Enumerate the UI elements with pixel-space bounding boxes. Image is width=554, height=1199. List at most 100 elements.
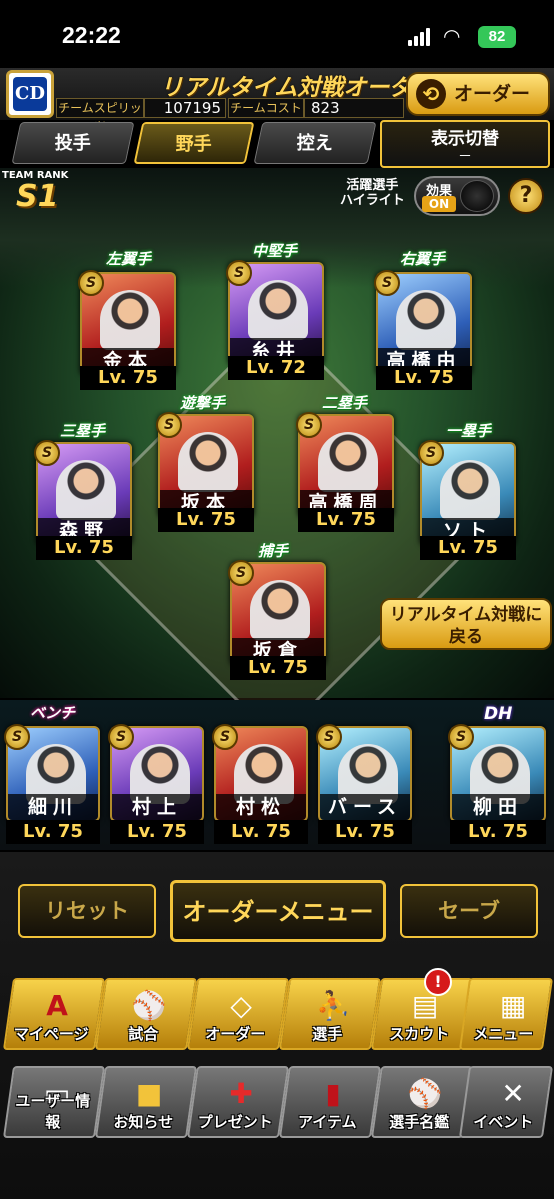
team-logo-mark: CD xyxy=(13,77,47,111)
mypage-icon: A xyxy=(46,989,68,1022)
cost-value: 823 xyxy=(304,98,404,118)
player-name: バース xyxy=(320,794,410,820)
position-label-c: 捕手 xyxy=(258,542,289,560)
battery-indicator: 82 xyxy=(478,26,516,48)
rank-badge: S xyxy=(296,412,322,438)
player-name: 柳田 xyxy=(452,794,544,820)
status-bar: 22:22 ◠ 82 xyxy=(0,0,554,68)
menu-label: マイページ xyxy=(13,1025,89,1043)
scout-notification-badge: ! xyxy=(424,968,452,996)
player-level: Lv. 72 xyxy=(228,356,324,380)
tab-pitcher-label: 投手 xyxy=(54,133,91,154)
menu-label: 選手 xyxy=(312,1025,343,1043)
menu-box-icon: ▦ xyxy=(499,989,527,1022)
menu-label: イベント xyxy=(473,1113,534,1131)
menu-player-guide[interactable]: ⚾ 選手名鑑 xyxy=(370,1066,474,1138)
menu-scout[interactable]: ▤ スカウト xyxy=(370,978,474,1050)
tab-pitcher[interactable]: 投手 xyxy=(11,122,135,164)
menu-order[interactable]: ◇ オーダー xyxy=(186,978,290,1050)
rank-badge: S xyxy=(374,270,400,296)
rank-badge: S xyxy=(108,724,134,750)
position-label-lf: 左翼手 xyxy=(106,250,152,268)
gift-icon: ✚ xyxy=(229,1077,253,1110)
player-portrait xyxy=(100,290,160,350)
effect-state: ON xyxy=(422,196,456,212)
player-level: Lv. 75 xyxy=(420,536,516,560)
player-name: 村松 xyxy=(216,794,306,820)
menu-news[interactable]: ■ お知らせ xyxy=(94,1066,198,1138)
back-to-battle-button[interactable]: リアルタイム対戦に戻る xyxy=(380,598,552,650)
position-label-cf: 中堅手 xyxy=(252,242,298,260)
menu-mypage[interactable]: A マイページ xyxy=(2,978,106,1050)
bats-and-ball-icon: ✕ xyxy=(501,1077,525,1110)
highlight-label-line2: ハイライト xyxy=(340,193,405,208)
dh-label: DH xyxy=(484,704,513,724)
effect-toggle[interactable]: 効果 ON xyxy=(414,176,500,216)
switch-arrows-icon: ⟲ xyxy=(416,79,446,109)
menu-label: お知らせ xyxy=(113,1113,174,1131)
page-title: リアルタイム対戦オーダー xyxy=(160,75,436,101)
menu-label: ユーザー情報 xyxy=(15,1092,91,1131)
signal-icon xyxy=(408,28,432,46)
player-level: Lv. 75 xyxy=(110,820,204,844)
display-toggle-button[interactable]: 表示切替 － xyxy=(380,120,550,168)
player-portrait xyxy=(56,460,116,520)
spirits-value: 107195 xyxy=(144,98,226,118)
rank-badge: S xyxy=(226,260,252,286)
position-label-1b: 一塁手 xyxy=(446,422,492,440)
menu-game[interactable]: ⚾ 試合 xyxy=(94,978,198,1050)
menu-event[interactable]: ✕ イベント xyxy=(458,1066,554,1138)
status-time: 22:22 xyxy=(62,22,121,48)
player-portrait xyxy=(440,460,500,520)
player-portrait xyxy=(250,580,310,640)
menu-present[interactable]: ✚ プレゼント xyxy=(186,1066,290,1138)
bench-label: ベンチ xyxy=(30,704,76,722)
rank-badge: S xyxy=(34,440,60,466)
team-rank-value: S1 xyxy=(16,179,59,214)
menu-player[interactable]: ⛹ 選手 xyxy=(278,978,382,1050)
position-label-3b: 三塁手 xyxy=(60,422,106,440)
player-icon: ⛹ xyxy=(315,989,351,1022)
rank-badge: S xyxy=(448,724,474,750)
menu-label: オーダー xyxy=(205,1025,266,1043)
player-level: Lv. 75 xyxy=(318,820,412,844)
menu-label: 試合 xyxy=(128,1025,159,1043)
stadium-icon: ⚾ xyxy=(131,989,167,1022)
rank-badge: S xyxy=(4,724,30,750)
reset-button[interactable]: リセット xyxy=(18,884,156,938)
tab-fielder[interactable]: 野手 xyxy=(133,122,255,164)
position-label-ss: 遊撃手 xyxy=(180,394,226,412)
rank-badge: S xyxy=(418,440,444,466)
display-toggle-value: － xyxy=(458,149,472,165)
order-switch-button[interactable]: ⟲ オーダー切替 xyxy=(406,72,550,145)
team-logo: CD xyxy=(6,70,54,118)
effect-toggle-knob xyxy=(460,180,494,212)
save-button[interactable]: セーブ xyxy=(400,884,538,938)
menu-user-info[interactable]: ▭ ユーザー情報 xyxy=(2,1066,106,1138)
player-level: Lv. 75 xyxy=(230,656,326,680)
highlight-label-line1: 活躍選手 xyxy=(346,178,399,193)
menu-label: メニュー xyxy=(473,1025,534,1043)
player-level: Lv. 75 xyxy=(376,366,472,390)
player-name: 細川 xyxy=(8,794,98,820)
player-level: Lv. 75 xyxy=(450,820,546,844)
player-portrait xyxy=(318,432,378,492)
spirits-label: チームスピリッツ xyxy=(56,98,144,133)
menu-item[interactable]: ▮ アイテム xyxy=(278,1066,382,1138)
wifi-icon: ◠ xyxy=(443,24,461,48)
rank-badge: S xyxy=(316,724,342,750)
player-level: Lv. 75 xyxy=(36,536,132,560)
order-menu-button[interactable]: オーダーメニュー xyxy=(170,880,386,942)
rank-badge: S xyxy=(156,412,182,438)
rank-badge: S xyxy=(212,724,238,750)
player-portrait xyxy=(248,280,308,340)
highlight-label: 活躍選手 ハイライト xyxy=(340,178,405,208)
help-button[interactable]: ? xyxy=(508,178,544,214)
menu-menu[interactable]: ▦ メニュー xyxy=(458,978,554,1050)
player-portrait xyxy=(178,432,238,492)
batter-icon: ⚾ xyxy=(407,1077,443,1110)
tab-reserve[interactable]: 控え xyxy=(253,122,377,164)
position-label-2b: 二塁手 xyxy=(322,394,368,412)
tab-fielder-label: 野手 xyxy=(175,134,212,155)
position-label-rf: 右翼手 xyxy=(400,250,446,268)
